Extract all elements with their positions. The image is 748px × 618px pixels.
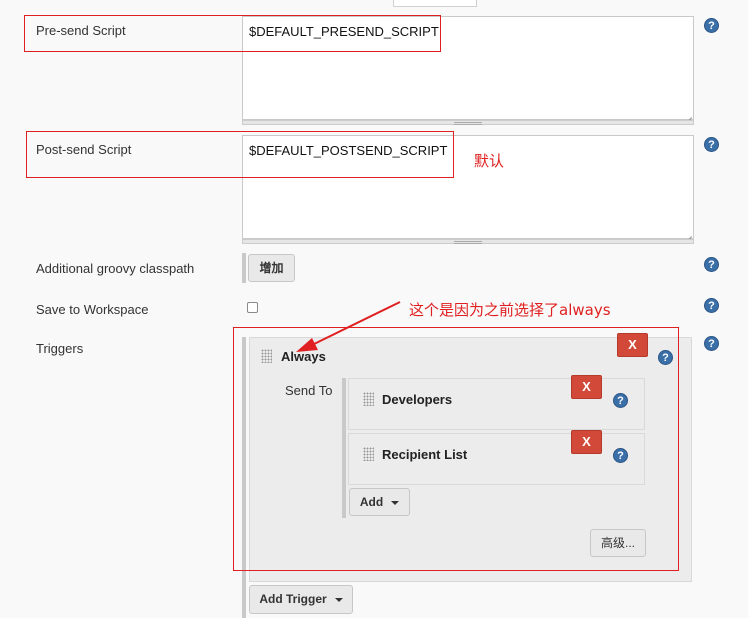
annotation-arrow xyxy=(296,301,401,352)
